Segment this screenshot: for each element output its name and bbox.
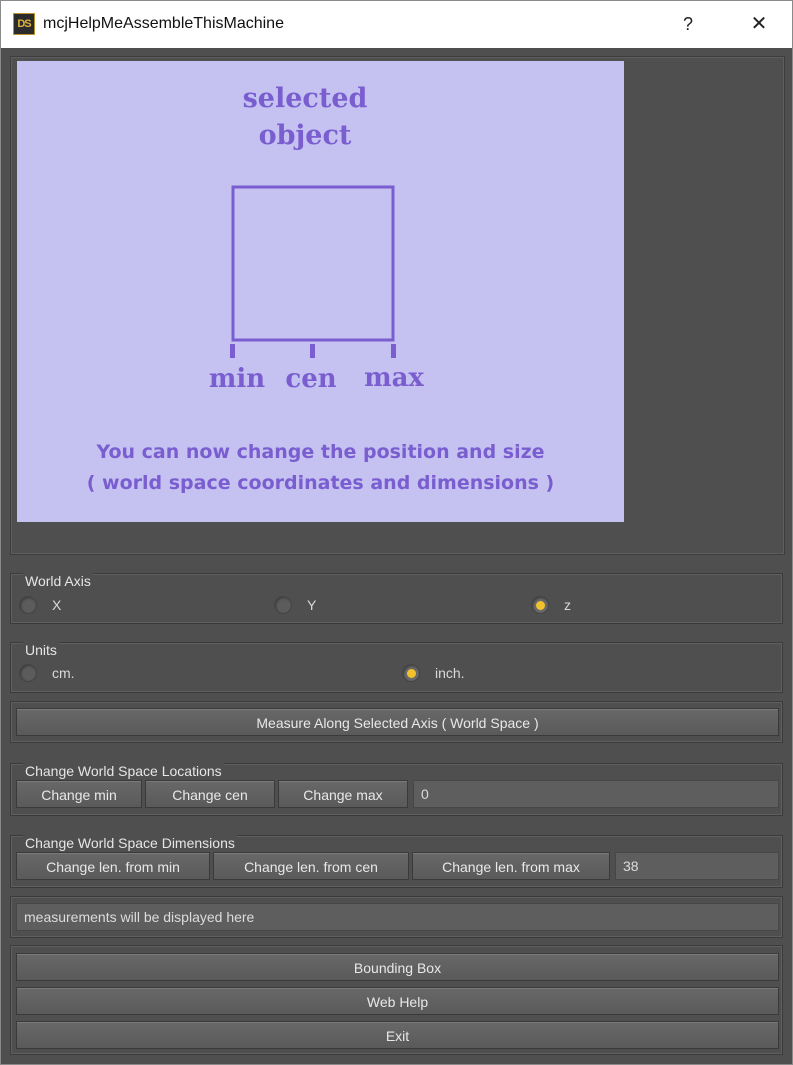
radio-units-inch-label: inch. xyxy=(435,665,465,681)
dimensions-label: Change World Space Dimensions xyxy=(23,835,237,851)
bounding-box-button[interactable]: Bounding Box xyxy=(16,953,779,981)
locations-group: Change World Space Locations Change min … xyxy=(10,763,783,816)
radio-axis-y[interactable]: Y xyxy=(274,595,316,615)
world-axis-group: World Axis X Y z xyxy=(10,573,783,624)
radio-axis-x-label: X xyxy=(52,597,62,613)
radio-units-inch-indicator[interactable] xyxy=(402,664,420,682)
help-icon[interactable]: ? xyxy=(658,1,718,48)
radio-units-inch[interactable]: inch. xyxy=(402,663,465,683)
radio-axis-z[interactable]: z xyxy=(531,595,571,615)
change-len-from-cen-button[interactable]: Change len. from cen xyxy=(213,852,409,880)
dimension-value-input[interactable]: 38 xyxy=(615,852,779,880)
radio-units-cm-label: cm. xyxy=(52,665,75,681)
location-value-input[interactable]: 0 xyxy=(413,780,779,808)
measurements-group: measurements will be displayed here xyxy=(10,896,783,938)
heading-line-2: object xyxy=(258,120,352,151)
radio-units-cm-indicator[interactable] xyxy=(19,664,37,682)
title-bar[interactable]: DS mcjHelpMeAssembleThisMachine ? ✕ xyxy=(1,1,792,48)
window-title: mcjHelpMeAssembleThisMachine xyxy=(43,15,284,32)
units-group: Units cm. inch. xyxy=(10,642,783,693)
world-axis-label: World Axis xyxy=(23,573,93,589)
illustration-panel: selected object min cen max You can now … xyxy=(10,56,785,555)
measure-button[interactable]: Measure Along Selected Axis ( World Spac… xyxy=(16,708,779,736)
change-len-from-min-button[interactable]: Change len. from min xyxy=(16,852,210,880)
change-cen-button[interactable]: Change cen xyxy=(145,780,275,808)
web-help-button[interactable]: Web Help xyxy=(16,987,779,1015)
radio-axis-y-label: Y xyxy=(307,597,317,613)
change-max-button[interactable]: Change max xyxy=(278,780,408,808)
change-min-button[interactable]: Change min xyxy=(16,780,142,808)
message-line-2: ( world space coordinates and dimensions… xyxy=(86,472,555,494)
radio-axis-x-indicator[interactable] xyxy=(19,596,37,614)
units-label: Units xyxy=(23,642,59,658)
max-label: max xyxy=(364,363,424,393)
exit-button[interactable]: Exit xyxy=(16,1021,779,1049)
min-label: min xyxy=(208,364,266,394)
cen-label: cen xyxy=(285,364,337,394)
footer-group: Bounding Box Web Help Exit xyxy=(10,945,783,1055)
message-line-1: You can now change the position and size xyxy=(96,441,545,463)
radio-axis-y-indicator[interactable] xyxy=(274,596,292,614)
selected-object-box xyxy=(231,185,395,342)
radio-units-cm[interactable]: cm. xyxy=(19,663,75,683)
min-tick xyxy=(230,344,235,358)
change-len-from-max-button[interactable]: Change len. from max xyxy=(412,852,610,880)
dimensions-group: Change World Space Dimensions Change len… xyxy=(10,835,783,888)
app-icon: DS xyxy=(13,13,35,35)
radio-axis-z-label: z xyxy=(564,597,571,613)
radio-axis-z-indicator[interactable] xyxy=(531,596,549,614)
illustration-image: selected object min cen max You can now … xyxy=(17,61,624,522)
cen-tick xyxy=(310,344,315,358)
radio-axis-x[interactable]: X xyxy=(19,595,61,615)
measure-group: Measure Along Selected Axis ( World Spac… xyxy=(10,701,783,743)
max-tick xyxy=(391,344,396,358)
close-icon[interactable]: ✕ xyxy=(729,1,789,48)
dialog-window: DS mcjHelpMeAssembleThisMachine ? ✕ sele… xyxy=(0,0,793,1065)
heading-line-1: selected xyxy=(242,83,368,114)
measurements-display: measurements will be displayed here xyxy=(16,903,779,931)
locations-label: Change World Space Locations xyxy=(23,763,224,779)
